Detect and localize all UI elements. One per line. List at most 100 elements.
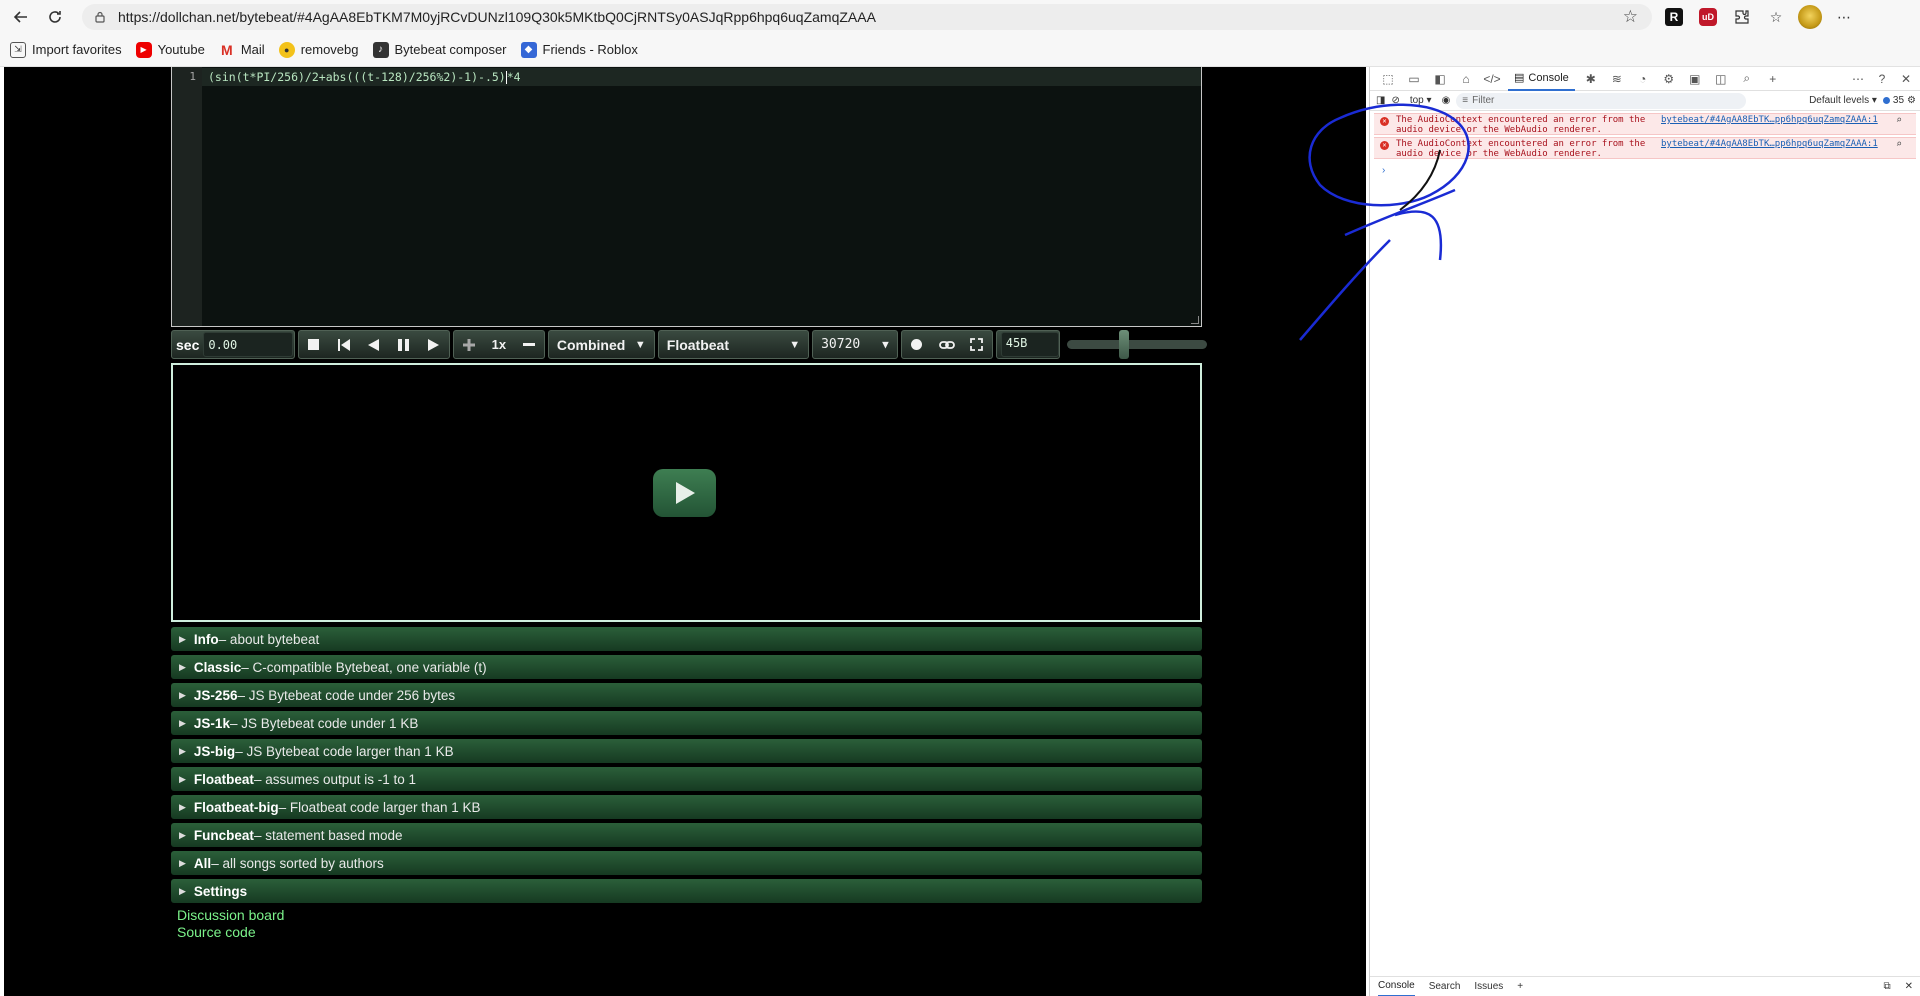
section-settings[interactable]: ▶ Settings (171, 879, 1202, 903)
sidebar-toggle-icon[interactable]: ◨ (1376, 95, 1385, 106)
type-select[interactable]: Floatbeat ▼ (657, 330, 810, 359)
editor-resize-handle[interactable] (1191, 316, 1199, 324)
bookmark-youtube[interactable]: ▶ Youtube (135, 41, 205, 58)
address-bar[interactable]: https://dollchan.net/bytebeat/#4AgAA8EbT… (82, 4, 1652, 30)
welcome-home-icon[interactable]: ⌂ (1456, 69, 1476, 89)
bookmark-mail[interactable]: M Mail (219, 42, 265, 58)
favorites-list-icon[interactable]: ☆ (1762, 3, 1790, 31)
volume-slider[interactable] (1066, 330, 1207, 359)
close-drawer-icon[interactable]: ✕ (1905, 981, 1920, 992)
ublock-extension-icon[interactable]: uD (1694, 3, 1722, 31)
help-icon[interactable]: ? (1872, 69, 1892, 89)
readwise-extension-icon[interactable]: R (1660, 3, 1688, 31)
volume-thumb[interactable] (1118, 330, 1129, 359)
more-options-icon[interactable]: ⋯ (1848, 69, 1868, 89)
dock-drawer-icon[interactable]: ⧉ (1883, 981, 1890, 992)
mode-select[interactable]: Combined ▼ (547, 330, 655, 359)
section-funcbeat[interactable]: ▶ Funcbeat – statement based mode (171, 823, 1202, 847)
waveform-canvas[interactable] (171, 363, 1202, 622)
pause-button[interactable] (389, 330, 419, 359)
console-prompt[interactable]: › (1382, 165, 1920, 176)
devtools-tab-bar: ⬚ ▭ ◧ ⌂ </> ▤ Console ✱ ≋ ◔ ⚙ ▣ ◫ ⌕ + ⋯ … (1370, 67, 1920, 91)
expand-triangle-icon: ▶ (179, 829, 186, 840)
drawer-tab-console[interactable]: Console (1378, 977, 1415, 996)
section-info[interactable]: ▶ Info – about bytebeat (171, 627, 1202, 651)
section-floatbeat-big[interactable]: ▶ Floatbeat-big – Floatbeat code larger t… (171, 795, 1202, 819)
inspect-element-icon[interactable]: ⬚ (1378, 69, 1398, 89)
console-settings-icon[interactable]: ⚙ (1907, 95, 1916, 106)
section-all[interactable]: ▶ All – all songs sorted by authors (171, 851, 1202, 875)
back-icon[interactable] (6, 2, 36, 32)
application-icon[interactable]: ▣ (1685, 69, 1705, 89)
volume-track[interactable] (1066, 340, 1207, 349)
section-js-1k[interactable]: ▶ JS-1k – JS Bytebeat code under 1 KB (171, 711, 1202, 735)
filter-input[interactable]: ≡ Filter (1456, 92, 1747, 109)
performance-icon[interactable]: ◔ (1633, 69, 1653, 89)
favorite-star-icon[interactable]: ☆ (1623, 7, 1638, 27)
record-button[interactable] (902, 330, 932, 359)
console-toolbar: ◨ ⊘ top ▾ ◉ ≡ Filter Default levels ▾ 35… (1370, 91, 1920, 111)
transport-group (297, 330, 450, 359)
tab-console[interactable]: ▤ Console (1508, 67, 1575, 91)
extensions-puzzle-icon[interactable] (1728, 3, 1756, 31)
section-js-big[interactable]: ▶ JS-big – JS Bytebeat code larger than 1… (171, 739, 1202, 763)
close-icon[interactable]: ✕ (1896, 69, 1916, 89)
speed-increase-button[interactable] (454, 330, 484, 359)
search-icon[interactable]: ⌕ (1896, 140, 1902, 150)
drawer-tab-issues[interactable]: Issues (1474, 981, 1503, 992)
error-source-link[interactable]: bytebeat/#4AgAA8EbTK…pp6hpq6uqZamqZAAA:1 (1661, 139, 1878, 149)
time-unit-label[interactable]: sec (176, 337, 199, 353)
sources-bug-icon[interactable]: ✱ (1581, 69, 1601, 89)
search-icon[interactable]: ⌕ (1737, 69, 1757, 89)
context-selector[interactable]: top ▾ (1406, 95, 1436, 106)
share-link-icon[interactable] (932, 330, 962, 359)
expand-triangle-icon: ▶ (179, 801, 186, 812)
search-icon[interactable]: ⌕ (1896, 116, 1902, 126)
memory-icon[interactable]: ◫ (1711, 69, 1731, 89)
bookmark-removebg[interactable]: ● removebg (278, 41, 359, 58)
time-input[interactable] (203, 332, 294, 357)
more-tools-plus-icon[interactable]: + (1763, 69, 1783, 89)
dock-side-icon[interactable]: ◧ (1430, 69, 1450, 89)
site-info-icon[interactable] (92, 9, 108, 25)
add-drawer-tab-icon[interactable]: + (1517, 981, 1523, 992)
line-number: 1 (189, 70, 196, 83)
bookmark-bytebeat-composer[interactable]: ♪ Bytebeat composer (372, 41, 507, 58)
drawer-tab-search[interactable]: Search (1429, 981, 1461, 992)
clear-console-icon[interactable]: ⊘ (1391, 95, 1399, 106)
elements-tab-icon[interactable]: </> (1482, 69, 1502, 89)
rewind-button[interactable] (329, 330, 359, 359)
log-levels-dropdown[interactable]: Default levels ▾ (1809, 95, 1877, 106)
device-emulation-icon[interactable]: ▭ (1404, 69, 1424, 89)
profile-avatar[interactable] (1796, 3, 1824, 31)
code-line[interactable]: (sin(t*PI/256)/2+abs(((t-128)/256%2)-1)-… (208, 70, 521, 84)
bookmark-import-favorites[interactable]: ⇲ Import favorites (10, 41, 122, 58)
sample-rate-select[interactable]: 30720 ▼ (812, 330, 898, 359)
settings-gear-icon[interactable]: ⚙ (1659, 69, 1679, 89)
section-js-256[interactable]: ▶ JS-256 – JS Bytebeat code under 256 byt… (171, 683, 1202, 707)
expand-triangle-icon: ▶ (179, 857, 186, 868)
speed-value[interactable]: 1x (484, 330, 514, 359)
issues-counter[interactable]: 35 ⚙ (1882, 95, 1920, 106)
play-backward-button[interactable] (359, 330, 389, 359)
error-source-link[interactable]: bytebeat/#4AgAA8EbTK…pp6hpq6uqZamqZAAA:1 (1661, 115, 1878, 125)
speed-decrease-button[interactable] (514, 330, 544, 359)
section-floatbeat[interactable]: ▶ Floatbeat – assumes output is -1 to 1 (171, 767, 1202, 791)
library-sections: ▶ Info – about bytebeat ▶ Classic – C-comp… (171, 627, 1202, 907)
bookmark-friends-roblox[interactable]: ◆ Friends - Roblox (520, 41, 638, 58)
tools-group (900, 330, 993, 359)
live-expression-eye-icon[interactable]: ◉ (1442, 95, 1451, 106)
canvas-play-button[interactable] (653, 469, 716, 517)
refresh-icon[interactable] (40, 2, 70, 32)
network-wifi-icon[interactable]: ≋ (1607, 69, 1627, 89)
play-forward-button[interactable] (419, 330, 449, 359)
source-code-link[interactable]: Source code (177, 924, 284, 941)
more-menu-icon[interactable]: ⋯ (1830, 3, 1858, 31)
discussion-board-link[interactable]: Discussion board (177, 907, 284, 924)
fullscreen-icon[interactable] (962, 330, 992, 359)
stop-button[interactable] (299, 330, 329, 359)
code-editor[interactable]: 1 (sin(t*PI/256)/2+abs(((t-128)/256%2)-1… (171, 67, 1202, 327)
expand-triangle-icon: ▶ (179, 773, 186, 784)
browser-toolbar: https://dollchan.net/bytebeat/#4AgAA8EbT… (0, 0, 1920, 33)
section-classic[interactable]: ▶ Classic – C-compatible Bytebeat, one va… (171, 655, 1202, 679)
